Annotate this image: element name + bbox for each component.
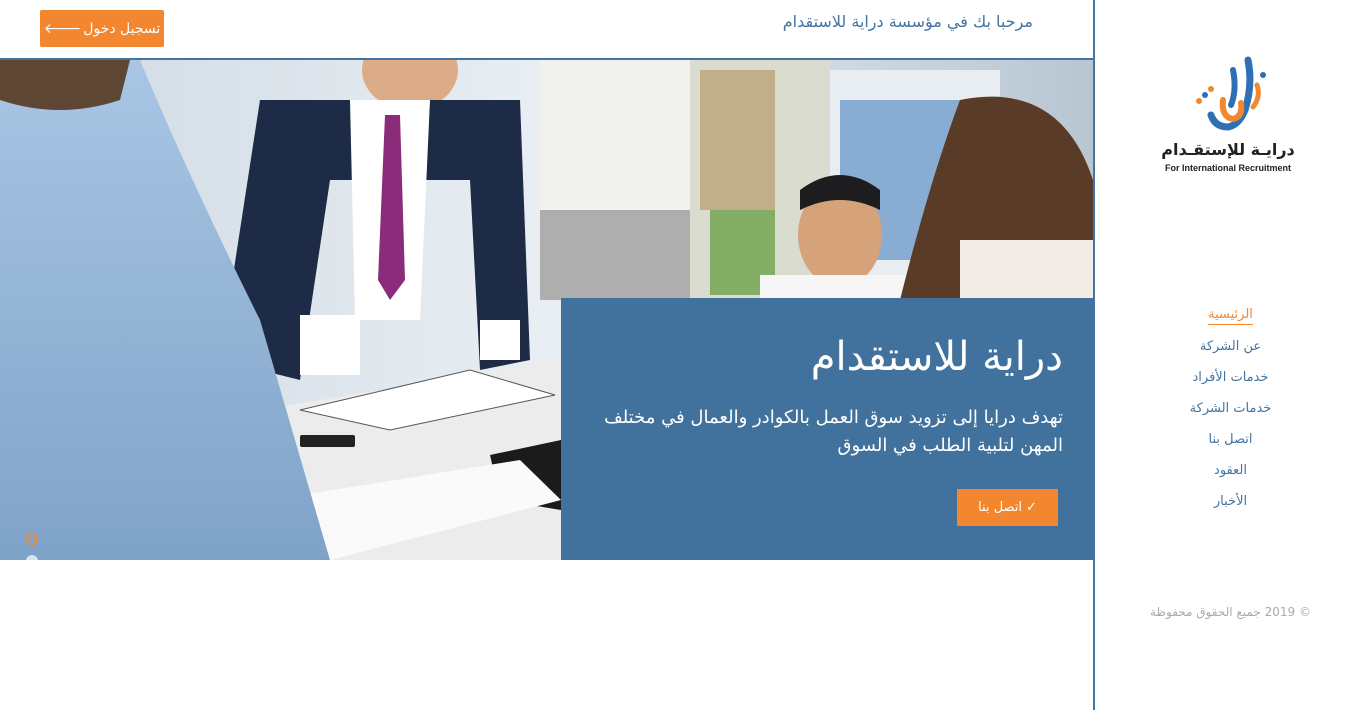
company-logo[interactable]: درايـة للإستقـدام For International Recr… bbox=[1153, 55, 1303, 180]
nav-item-label: العقود bbox=[1214, 463, 1247, 478]
nav-item-contracts[interactable]: العقود bbox=[1095, 455, 1366, 486]
nav-item-contact[interactable]: اتصل بنا bbox=[1095, 424, 1366, 455]
sidebar: درايـة للإستقـدام For International Recr… bbox=[1095, 0, 1366, 710]
login-button[interactable]: تسجيل دخول 🡐 bbox=[40, 10, 164, 47]
logo-name-arabic: درايـة للإستقـدام bbox=[1161, 140, 1295, 159]
nav-item-home[interactable]: الرئيسية bbox=[1095, 300, 1366, 331]
welcome-text: مرحبا بك في مؤسسة دراية للاستقدام bbox=[782, 12, 1033, 31]
hero-title: دراية للاستقدام bbox=[810, 334, 1063, 380]
nav-item-label: خدمات الشركة bbox=[1189, 401, 1272, 416]
nav-item-news[interactable]: الأخبار bbox=[1095, 486, 1366, 517]
nav-item-label: الأخبار bbox=[1213, 494, 1248, 509]
logo-name-english: For International Recruitment bbox=[1164, 163, 1291, 173]
hero-slider: دراية للاستقدام تهدف درايا إلى تزويد سوق… bbox=[0, 60, 1093, 560]
contact-us-button[interactable]: ✓ اتصل بنا bbox=[957, 489, 1058, 526]
slider-dot-2[interactable] bbox=[26, 555, 38, 560]
contact-us-label: اتصل بنا bbox=[978, 500, 1023, 515]
nav-item-company-services[interactable]: خدمات الشركة bbox=[1095, 393, 1366, 424]
logo-mark-icon bbox=[1196, 56, 1266, 131]
nav-item-label: اتصل بنا bbox=[1208, 432, 1253, 447]
nav-item-about[interactable]: عن الشركة bbox=[1095, 331, 1366, 362]
login-label: تسجيل دخول bbox=[83, 20, 161, 37]
arrow-left-icon: 🡐 bbox=[43, 21, 82, 37]
copyright-text: © 2019 جميع الحقوق محفوظة bbox=[1150, 605, 1311, 619]
check-icon: ✓ bbox=[1026, 500, 1037, 515]
top-header: تسجيل دخول 🡐 مرحبا بك في مؤسسة دراية للا… bbox=[0, 0, 1093, 60]
main-nav: الرئيسية عن الشركة خدمات الأفراد خدمات ا… bbox=[1095, 300, 1366, 517]
nav-item-label: عن الشركة bbox=[1199, 339, 1262, 354]
slider-dots bbox=[26, 533, 38, 560]
hero-description: تهدف درايا إلى تزويد سوق العمل بالكوادر … bbox=[604, 407, 1063, 456]
nav-item-label: الرئيسية bbox=[1208, 307, 1253, 325]
slider-dot-1[interactable] bbox=[26, 533, 38, 545]
nav-item-label: خدمات الأفراد bbox=[1192, 370, 1269, 385]
hero-card: دراية للاستقدام تهدف درايا إلى تزويد سوق… bbox=[561, 298, 1093, 560]
nav-item-individual-services[interactable]: خدمات الأفراد bbox=[1095, 362, 1366, 393]
